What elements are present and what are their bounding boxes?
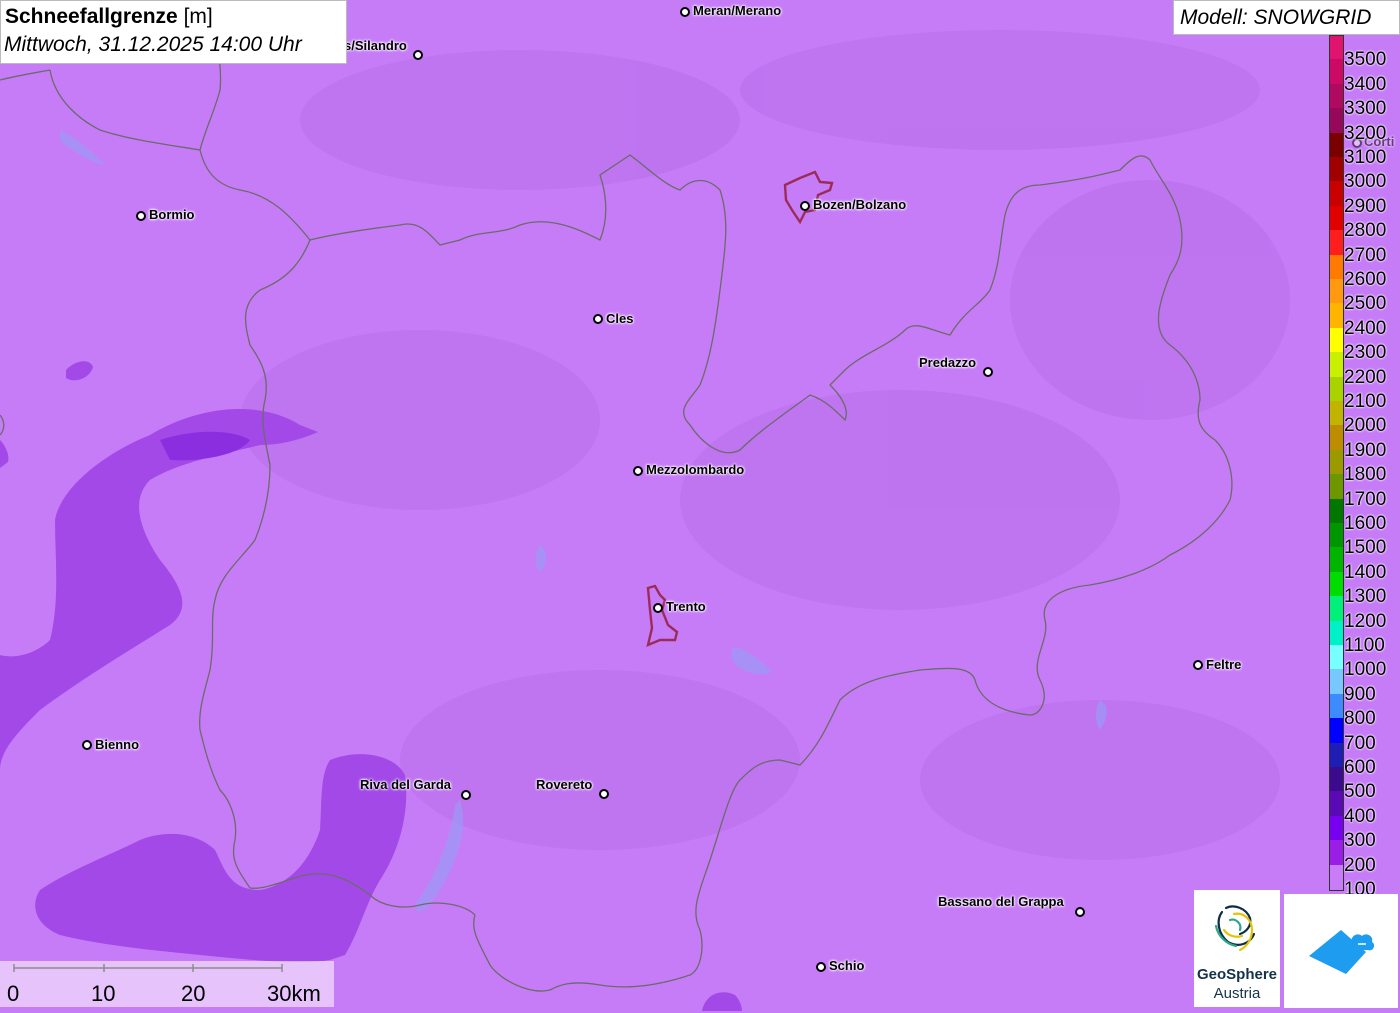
city-dot-icon bbox=[816, 962, 826, 972]
legend-label: 2800 bbox=[1344, 220, 1387, 242]
city-label: Bassano del Grappa bbox=[938, 894, 1064, 909]
city-label: Mezzolombardo bbox=[646, 462, 745, 477]
scale-label-30km: 30km bbox=[267, 981, 321, 1006]
city-label: s/Silandro bbox=[344, 38, 407, 53]
legend-label: 3400 bbox=[1344, 73, 1387, 95]
geosphere-emblem-icon bbox=[1214, 905, 1256, 952]
legend-label: 400 bbox=[1344, 805, 1376, 827]
geosphere-logo[interactable]: GeoSphere Austria bbox=[1194, 890, 1280, 1007]
city-label: Rovereto bbox=[536, 777, 593, 792]
parameter-name: Schneefallgrenze bbox=[5, 5, 178, 28]
legend-label: 2000 bbox=[1344, 415, 1387, 437]
city-label: Cles bbox=[606, 311, 634, 326]
legend-label: 2200 bbox=[1344, 366, 1387, 388]
legend-label: 1100 bbox=[1344, 635, 1385, 656]
city-dot-icon bbox=[599, 789, 609, 799]
city-dot-icon bbox=[593, 314, 603, 324]
city-label: Bienno bbox=[95, 737, 140, 752]
legend-label: 200 bbox=[1344, 854, 1376, 876]
city-dot-icon bbox=[983, 367, 993, 377]
legend-label: 2100 bbox=[1344, 391, 1387, 412]
city-label: Predazzo bbox=[919, 355, 977, 370]
legend-label: 3200 bbox=[1344, 122, 1387, 144]
legend-label: 2600 bbox=[1344, 269, 1387, 290]
map-canvas[interactable] bbox=[0, 0, 1400, 1011]
city-label: Meran/Merano bbox=[693, 3, 782, 18]
city-dot-icon bbox=[413, 50, 423, 60]
city-dot-icon bbox=[680, 7, 690, 17]
legend-label: 2700 bbox=[1344, 244, 1387, 266]
legend-label: 3300 bbox=[1344, 98, 1387, 120]
legend-label: 1500 bbox=[1344, 537, 1387, 559]
legend-label: 1600 bbox=[1344, 513, 1387, 534]
city-label: Riva del Garda bbox=[360, 777, 452, 792]
scale-label-10: 10 bbox=[91, 981, 116, 1006]
city-dot-icon bbox=[633, 466, 643, 476]
legend-label: 2400 bbox=[1344, 317, 1387, 339]
scale-label-20: 20 bbox=[181, 981, 206, 1006]
city-dot-icon bbox=[136, 211, 146, 221]
legend-label: 500 bbox=[1344, 781, 1376, 803]
legend-label: 900 bbox=[1344, 683, 1376, 705]
legend-label: 1300 bbox=[1344, 586, 1387, 608]
legend-label: 3100 bbox=[1344, 147, 1387, 168]
snowgrid-logo[interactable] bbox=[1284, 894, 1398, 1008]
city-label: Schio bbox=[829, 958, 865, 973]
city-dot-icon bbox=[1193, 660, 1203, 670]
city-label: Bormio bbox=[149, 207, 195, 222]
map-title-box: Schneefallgrenze [m] Mittwoch, 31.12.202… bbox=[0, 0, 347, 64]
city-dot-icon bbox=[653, 603, 663, 613]
city-dot-icon bbox=[82, 740, 92, 750]
legend-label: 3500 bbox=[1344, 49, 1387, 71]
model-label-box: Modell: SNOWGRID bbox=[1173, 0, 1400, 35]
legend-label: 2300 bbox=[1344, 342, 1387, 364]
city-label: Trento bbox=[666, 599, 706, 614]
parameter-unit: [m] bbox=[183, 5, 213, 28]
legend-label: 800 bbox=[1344, 708, 1376, 730]
legend-label: 300 bbox=[1344, 830, 1376, 852]
legend-label: 1800 bbox=[1344, 464, 1387, 486]
legend-label: 1200 bbox=[1344, 610, 1387, 632]
legend-label: 3000 bbox=[1344, 171, 1387, 193]
legend-label: 1400 bbox=[1344, 561, 1387, 583]
legend-label: 600 bbox=[1344, 757, 1376, 778]
city-dot-icon bbox=[800, 201, 810, 211]
color-legend: 3500 3400 3300 3200 3100 3000 2900 2800 2700 2600… bbox=[1329, 35, 1400, 900]
city-label: Feltre bbox=[1206, 657, 1242, 672]
scale-label-0: 0 bbox=[7, 981, 20, 1006]
snow-house-icon bbox=[1309, 930, 1375, 974]
legend-border bbox=[1329, 35, 1344, 891]
model-label: Modell: SNOWGRID bbox=[1180, 6, 1372, 29]
geosphere-sub: Austria bbox=[1213, 985, 1261, 1002]
legend-label: 1000 bbox=[1344, 659, 1387, 681]
legend-label: 700 bbox=[1344, 732, 1376, 754]
geosphere-name: GeoSphere bbox=[1196, 966, 1278, 983]
legend-label: 2500 bbox=[1344, 293, 1387, 315]
map-title: Schneefallgrenze [m] bbox=[5, 5, 213, 29]
legend-label: 1700 bbox=[1344, 488, 1387, 510]
legend-label: 1900 bbox=[1344, 439, 1387, 461]
city-dot-icon bbox=[1075, 907, 1085, 917]
scale-bar: 0 10 20 30km bbox=[0, 961, 334, 1007]
map-datetime: Mittwoch, 31.12.2025 14:00 Uhr bbox=[4, 33, 302, 56]
city-label: Bozen/Bolzano bbox=[813, 197, 907, 212]
city-dot-icon bbox=[461, 790, 471, 800]
legend-label: 2900 bbox=[1344, 195, 1387, 217]
